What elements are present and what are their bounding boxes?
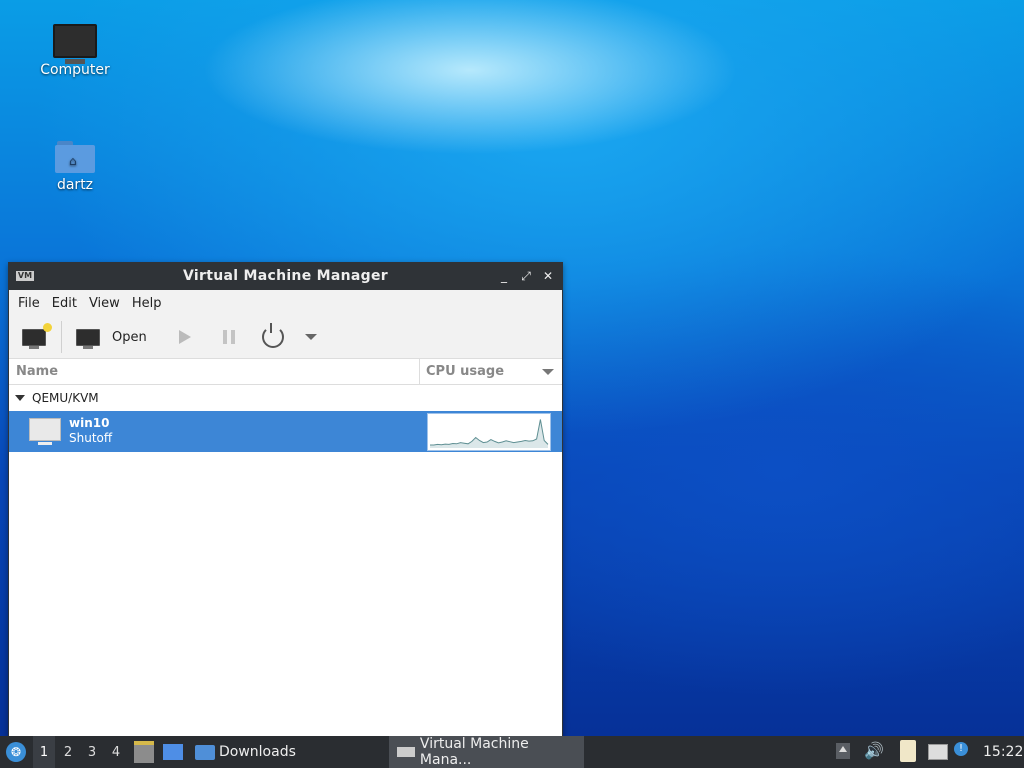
column-name[interactable]: Name (9, 359, 420, 384)
desktop-icon-computer[interactable]: Computer (25, 24, 125, 78)
menu-file[interactable]: File (13, 296, 45, 311)
clipboard-icon[interactable] (900, 740, 916, 762)
toolbar-separator (61, 321, 62, 353)
column-header: Name CPU usage (9, 359, 562, 385)
connection-row[interactable]: QEMU/KVM (9, 385, 562, 411)
file-manager-launcher[interactable] (134, 736, 154, 768)
clock[interactable]: 15:22 (983, 736, 1023, 768)
computer-icon (53, 24, 97, 64)
workspace-2[interactable]: 2 (57, 736, 79, 768)
maximize-button[interactable]: ⤢ (517, 267, 535, 285)
vm-row[interactable]: win10 Shutoff (9, 411, 562, 452)
workspace-1[interactable]: 1 (33, 736, 55, 768)
monitor-icon (76, 328, 100, 349)
cpu-sparkline-fill (430, 419, 548, 448)
vm-monitor-icon (29, 418, 61, 445)
start-menu-icon: ❂ (6, 742, 26, 762)
show-desktop-launcher[interactable] (163, 736, 183, 768)
cpu-sparkline (430, 419, 549, 448)
minimize-button[interactable]: _ (495, 267, 513, 285)
downloads-launcher[interactable]: Downloads (195, 736, 296, 768)
shutdown-menu-button[interactable] (297, 320, 325, 354)
desktop-icon-label: dartz (56, 177, 94, 193)
new-vm-icon (22, 322, 52, 349)
chevron-down-icon (304, 334, 317, 340)
vm-name: win10 (69, 416, 110, 430)
pause-icon (222, 330, 235, 344)
home-folder-icon: ⌂ (55, 141, 95, 173)
toolbar: Open (9, 316, 562, 359)
column-cpu-label: CPU usage (426, 364, 505, 379)
taskbar: ❂ 1 2 3 4 Downloads Virtual Machine Mana… (0, 736, 1024, 768)
file-manager-icon (134, 741, 154, 763)
cpu-usage-graph (427, 413, 551, 451)
window-title: Virtual Machine Manager (183, 268, 388, 284)
menu-view[interactable]: View (84, 296, 125, 311)
network-icon[interactable] (928, 744, 948, 760)
open-button-label: Open (112, 329, 147, 345)
shutdown-button[interactable] (253, 320, 293, 354)
workspace-4[interactable]: 4 (105, 736, 127, 768)
run-button[interactable] (165, 320, 205, 354)
show-desktop-icon (163, 744, 183, 760)
vmm-window: VM Virtual Machine Manager _ ⤢ ✕ File Ed… (8, 262, 563, 738)
task-label: Virtual Machine Mana... (419, 736, 529, 768)
update-icon[interactable]: ! (954, 742, 968, 756)
open-button[interactable]: Open (70, 320, 153, 354)
menu-edit[interactable]: Edit (47, 296, 82, 311)
column-cpu-usage[interactable]: CPU usage (420, 359, 562, 384)
tray-arrow-icon[interactable] (836, 743, 850, 759)
vm-status: Shutoff (69, 431, 113, 445)
volume-icon[interactable]: 🔊 (864, 742, 884, 760)
power-icon (261, 323, 284, 348)
desktop-icon-home[interactable]: ⌂ dartz (25, 141, 125, 193)
play-icon (178, 330, 191, 344)
desktop-icon-label: Computer (40, 62, 110, 78)
menubar: File Edit View Help (9, 290, 562, 316)
chevron-down-icon[interactable] (542, 369, 554, 375)
folder-icon (195, 744, 215, 760)
connection-label: QEMU/KVM (32, 391, 99, 405)
task-vmm[interactable]: Virtual Machine Mana... (389, 736, 584, 768)
workspace-3[interactable]: 3 (81, 736, 103, 768)
cpu-sparkline-line (430, 419, 549, 446)
vmm-app-icon (397, 747, 415, 757)
expander-icon[interactable] (15, 395, 25, 401)
close-button[interactable]: ✕ (539, 267, 557, 285)
start-menu-button[interactable]: ❂ (4, 736, 28, 768)
downloads-label: Downloads (219, 744, 296, 760)
window-titlebar[interactable]: VM Virtual Machine Manager _ ⤢ ✕ (9, 263, 562, 290)
pause-button[interactable] (209, 320, 249, 354)
menu-help[interactable]: Help (127, 296, 167, 311)
new-vm-button[interactable] (15, 320, 53, 354)
